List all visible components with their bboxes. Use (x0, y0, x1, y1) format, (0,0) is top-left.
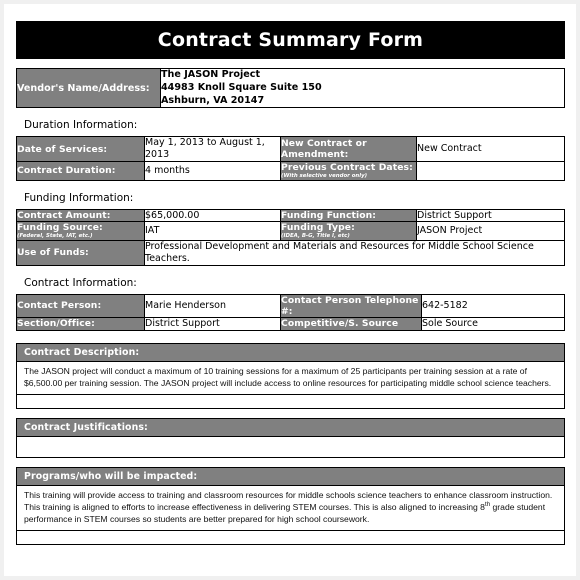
section-office-value[interactable]: District Support (144, 316, 281, 331)
date-of-services-label: Date of Services: (16, 136, 145, 162)
vendor-line-2: 44983 Knoll Square Suite 150 (161, 81, 322, 93)
vendor-line-3: Ashburn, VA 20147 (161, 94, 265, 106)
duration-information-heading: Duration Information: (24, 119, 138, 132)
vendor-name-address-value: The JASON Project 44983 Knoll Square Sui… (160, 67, 565, 109)
funding-type-label: Funding Type: (IDEA, B-G, Title I, etc) (280, 221, 417, 241)
competitive-source-label: Competitive/S. Source (280, 316, 422, 331)
table-row: Vendor's Name/Address: The JASON Project… (16, 67, 565, 109)
contract-description-block: Contract Description: The JASON project … (16, 342, 565, 409)
funding-table: Contract Amount: $65,000.00 Funding Func… (16, 208, 565, 266)
contract-amount-value[interactable]: $65,000.00 (144, 208, 281, 223)
programs-impacted-block: Programs/who will be impacted: This trai… (16, 466, 565, 545)
programs-impacted-heading: Programs/who will be impacted: (17, 467, 564, 486)
table-row: Use of Funds: Professional Development a… (16, 239, 565, 266)
contract-duration-label: Contract Duration: (16, 161, 145, 181)
contract-amount-label: Contract Amount: (16, 208, 145, 223)
use-of-funds-label: Use of Funds: (16, 239, 145, 266)
funding-type-value[interactable]: JASON Project (416, 221, 565, 241)
contract-description-heading: Contract Description: (17, 343, 564, 362)
date-of-services-value[interactable]: May 1, 2013 to August 1, 2013 (144, 136, 281, 162)
table-row: Contract Duration: 4 months Previous Con… (16, 161, 565, 181)
vendor-name-address-label: Vendor's Name/Address: (16, 67, 161, 109)
contact-person-telephone-value[interactable]: 642-5182 (421, 293, 565, 318)
contract-description-empty-row[interactable] (17, 394, 564, 408)
previous-contract-dates-label: Previous Contract Dates: (With selective… (280, 161, 417, 181)
contract-justifications-heading: Contract Justifications: (17, 418, 564, 437)
contact-person-label: Contact Person: (16, 293, 145, 318)
page-title: Contract Summary Form (157, 29, 424, 51)
section-office-label: Section/Office: (16, 316, 145, 331)
programs-impacted-body-part1: This training will provide access to tra… (24, 489, 553, 512)
vendor-table: Vendor's Name/Address: The JASON Project… (16, 67, 565, 109)
programs-impacted-body[interactable]: This training will provide access to tra… (17, 486, 564, 531)
funding-type-subtext: (IDEA, B-G, Title I, etc) (281, 233, 350, 240)
table-row: Funding Source: (Federal, State, IAT, et… (16, 221, 565, 241)
previous-contract-dates-value[interactable] (416, 161, 565, 181)
use-of-funds-value[interactable]: Professional Development and Materials a… (144, 239, 565, 266)
funding-source-value[interactable]: IAT (144, 221, 281, 241)
previous-contract-dates-subtext: (With selective vendor only) (281, 173, 368, 180)
previous-contract-dates-text: Previous Contract Dates: (281, 162, 413, 173)
vendor-line-1: The JASON Project (161, 69, 261, 80)
funding-source-text: Funding Source: (17, 222, 103, 234)
duration-table: Date of Services: May 1, 2013 to August … (16, 136, 565, 181)
funding-information-heading: Funding Information: (24, 191, 134, 204)
programs-impacted-empty-row[interactable] (17, 530, 564, 544)
contact-table: Contact Person: Marie Henderson Contact … (16, 293, 565, 331)
table-row: Contract Amount: $65,000.00 Funding Func… (16, 208, 565, 223)
document-content: Contract Summary Form Vendor's Name/Addr… (16, 21, 565, 545)
table-row: Contact Person: Marie Henderson Contact … (16, 293, 565, 318)
funding-source-subtext: (Federal, State, IAT, etc.) (17, 233, 93, 240)
funding-function-label: Funding Function: (280, 208, 417, 223)
contract-justifications-body[interactable] (17, 436, 564, 457)
contract-description-body[interactable]: The JASON project will conduct a maximum… (17, 362, 564, 395)
contract-justifications-block: Contract Justifications: (16, 417, 565, 458)
new-contract-or-amendment-label: New Contract or Amendment: (280, 136, 417, 162)
document-page: Contract Summary Form Vendor's Name/Addr… (4, 4, 576, 576)
table-row: Section/Office: District Support Competi… (16, 316, 565, 331)
funding-type-text: Funding Type: (281, 222, 355, 234)
contract-information-heading: Contract Information: (24, 276, 137, 289)
table-row: Date of Services: May 1, 2013 to August … (16, 136, 565, 162)
contract-duration-value[interactable]: 4 months (144, 161, 281, 181)
funding-source-label: Funding Source: (Federal, State, IAT, et… (16, 221, 145, 241)
contact-person-telephone-label: Contact Person Telephone #: (280, 293, 422, 318)
competitive-source-value[interactable]: Sole Source (421, 316, 565, 331)
funding-function-value[interactable]: District Support (416, 208, 565, 223)
contact-person-value[interactable]: Marie Henderson (144, 293, 281, 318)
form-title-bar: Contract Summary Form (16, 21, 565, 59)
new-contract-or-amendment-value[interactable]: New Contract (416, 136, 565, 162)
